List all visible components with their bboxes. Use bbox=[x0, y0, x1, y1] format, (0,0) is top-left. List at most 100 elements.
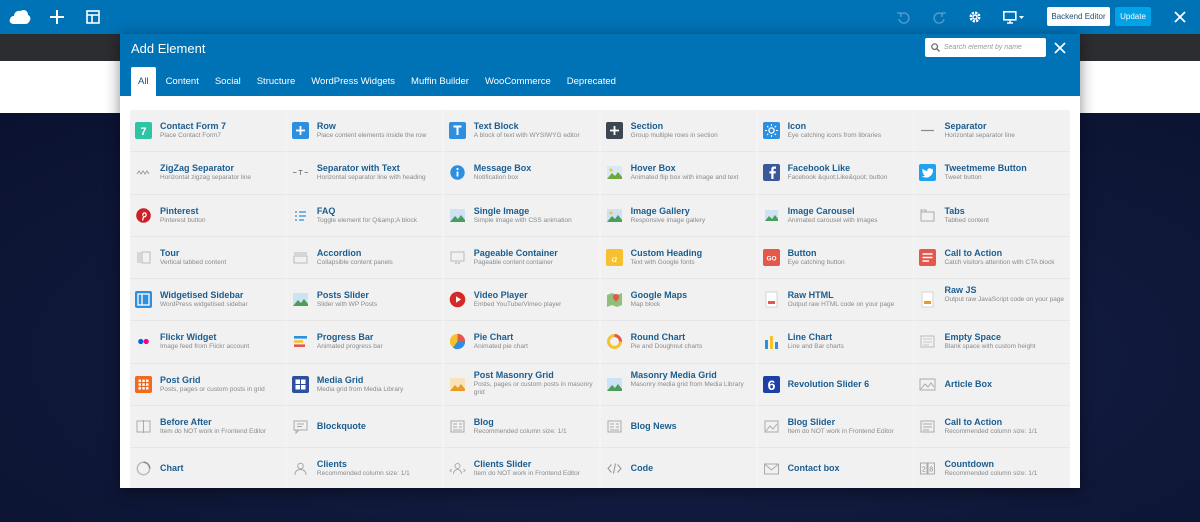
element-name: Video Player bbox=[473, 290, 528, 300]
element-tile-flickr-widget[interactable]: Flickr Widget Image feed from Flickr acco… bbox=[130, 321, 286, 364]
element-tile-blog[interactable]: Blog Recommended column size: 1/1 bbox=[443, 405, 600, 448]
element-tile-row[interactable]: Row Place content elements inside the row bbox=[286, 110, 443, 153]
responsive-view-icon[interactable] bbox=[1001, 0, 1027, 34]
element-tile-media-grid[interactable]: Media Grid Media grid from Media Library bbox=[286, 363, 443, 406]
empty-space-icon bbox=[919, 333, 936, 350]
element-tile-line-chart[interactable]: Line Chart Line and Bar charts bbox=[757, 321, 914, 364]
element-tile-raw-js[interactable]: Raw JS Output raw JavaScript code on your… bbox=[914, 279, 1070, 322]
element-tile-tweetmeme-button[interactable]: Tweetmeme Button Tweet button bbox=[914, 152, 1070, 195]
tab-all[interactable]: All bbox=[131, 67, 156, 96]
media-grid-icon bbox=[291, 375, 309, 393]
element-name: ZigZag Separator bbox=[160, 163, 235, 174]
element-tile-contact-box[interactable]: Contact box bbox=[757, 448, 914, 488]
tab-content[interactable]: Content bbox=[160, 67, 205, 96]
element-tile-raw-html[interactable]: Raw HTML Output raw HTML code on your pag… bbox=[757, 279, 914, 322]
element-tile-progress-bar[interactable]: Progress Bar Animated progress bar bbox=[286, 321, 443, 364]
element-name: Blog News bbox=[630, 420, 677, 431]
tab-structure[interactable]: Structure bbox=[251, 67, 302, 96]
tab-muffin-builder[interactable]: Muffin Builder bbox=[405, 67, 475, 96]
raw-html-icon bbox=[763, 291, 780, 308]
element-description: Facebook &quot;Like&quot; button bbox=[787, 174, 888, 182]
twitter-icon bbox=[919, 164, 937, 182]
search-input[interactable] bbox=[944, 40, 1042, 55]
update-button[interactable]: Update bbox=[1115, 7, 1151, 26]
element-tile-blockquote[interactable]: Blockquote bbox=[286, 405, 443, 448]
element-tile-pinterest[interactable]: Pinterest Pinterest button bbox=[130, 194, 286, 237]
element-tile-call-to-action[interactable]: Call to Action Recommended column size: 1… bbox=[914, 405, 1070, 448]
element-tile-code[interactable]: Code bbox=[600, 448, 757, 488]
tab-wordpress-widgets[interactable]: WordPress Widgets bbox=[305, 67, 401, 96]
element-tile-post-masonry-grid[interactable]: Post Masonry Grid Posts, pages or custom … bbox=[443, 363, 600, 406]
add-element-plus-icon[interactable] bbox=[46, 0, 68, 34]
close-editor-icon[interactable] bbox=[1170, 0, 1190, 34]
image-gallery-icon bbox=[606, 207, 623, 224]
element-description: WordPress widgetised sidebar bbox=[160, 301, 248, 308]
element-tile-chart[interactable]: Chart bbox=[130, 448, 286, 488]
element-tile-pageable-container[interactable]: Pageable Container Pageable content conta… bbox=[443, 236, 600, 279]
element-name: Image Gallery bbox=[630, 205, 690, 216]
element-tile-facebook-like[interactable]: Facebook Like Facebook &quot;Like&quot; b… bbox=[757, 152, 914, 195]
element-name: Flickr Widget bbox=[160, 332, 217, 343]
element-tile-google-maps[interactable]: Google Maps Map block bbox=[600, 279, 757, 322]
element-tile-pie-chart[interactable]: Pie Chart Animated pie chart bbox=[443, 321, 600, 364]
element-description: Image feed from Flickr account bbox=[160, 343, 250, 351]
element-tile-before-after[interactable]: Before After Item do NOT work in Frontend… bbox=[130, 405, 286, 448]
tab-woocommerce[interactable]: WooCommerce bbox=[479, 67, 557, 96]
element-tile-section[interactable]: Section Group multiple rows in section bbox=[600, 110, 757, 153]
element-description: Vertical tabbed content bbox=[160, 258, 227, 266]
cloud-logo-icon[interactable] bbox=[6, 0, 34, 34]
element-tile-image-carousel[interactable]: Image Carousel Animated carousel with ima… bbox=[757, 194, 914, 237]
element-tile-button[interactable]: GO Button Eye catching button bbox=[757, 236, 914, 279]
element-tile-countdown[interactable]: 2 8 Countdown Recommended column size: 1/1 bbox=[914, 448, 1070, 488]
element-tile-blog-news[interactable]: Blog News bbox=[600, 405, 757, 448]
element-tile-custom-heading[interactable]: a Custom Heading Text with Google fonts bbox=[600, 236, 757, 279]
backend-editor-button[interactable]: Backend Editor bbox=[1047, 7, 1110, 26]
element-name: Post Masonry Grid bbox=[473, 369, 554, 380]
element-grid-area: 7 Contact Form 7 Place Contact Form7 Row Pla… bbox=[130, 110, 1070, 488]
element-tile-video-player[interactable]: Video Player Embed YouTube/Vimeo player bbox=[443, 279, 600, 322]
element-tile-icon[interactable]: Icon Eye catching icons from libraries bbox=[757, 110, 914, 153]
element-name: Call to Action bbox=[944, 416, 1003, 427]
search-box[interactable] bbox=[925, 38, 1046, 57]
element-tile-call-to-action[interactable]: Call to Action Catch visitors attention w… bbox=[914, 236, 1070, 279]
element-description: Recommended column size: 1/1 bbox=[316, 470, 410, 477]
element-tile-blog-slider[interactable]: Blog Slider Item do NOT work in Frontend … bbox=[757, 405, 914, 448]
element-tile-widgetised-sidebar[interactable]: Widgetised Sidebar WordPress widgetised s… bbox=[130, 279, 286, 322]
element-tile-post-grid[interactable]: Post Grid Posts, pages or custom posts in… bbox=[130, 363, 286, 406]
undo-icon[interactable] bbox=[893, 0, 913, 34]
element-name: Masonry Media Grid bbox=[630, 369, 717, 380]
element-tile-separator[interactable]: Separator Horizontal separator line bbox=[914, 110, 1070, 153]
element-tile-tabs[interactable]: Tabs Tabbed content bbox=[914, 194, 1070, 237]
element-tile-revolution-slider-6[interactable]: 6 Revolution Slider 6 bbox=[757, 363, 914, 406]
element-tile-accordion[interactable]: Accordion Collapsible content panels bbox=[286, 236, 443, 279]
tab-social[interactable]: Social bbox=[209, 67, 247, 96]
element-tile-posts-slider[interactable]: Posts Slider Slider with WP Posts bbox=[286, 279, 443, 322]
redo-icon[interactable] bbox=[929, 0, 949, 34]
element-tile-image-gallery[interactable]: Image Gallery Responsive image gallery bbox=[600, 194, 757, 237]
templates-layout-icon[interactable] bbox=[82, 0, 104, 34]
element-tile-empty-space[interactable]: Empty Space Blank space with custom heigh… bbox=[914, 321, 1070, 364]
element-tile-text-block[interactable]: Text Block A block of text with WYSIWYG e… bbox=[443, 110, 600, 153]
close-modal-icon[interactable] bbox=[1054, 41, 1068, 55]
line-chart-icon bbox=[763, 333, 780, 350]
tab-deprecated[interactable]: Deprecated bbox=[561, 67, 622, 96]
svg-text:6: 6 bbox=[767, 377, 775, 393]
element-tile-round-chart[interactable]: Round Chart Pie and Doughnut charts bbox=[600, 321, 757, 364]
element-description: Map block bbox=[630, 301, 661, 308]
settings-gear-icon[interactable] bbox=[965, 0, 985, 34]
element-tile-tour[interactable]: Tour Vertical tabbed content bbox=[130, 236, 286, 279]
element-tile-contact-form-7[interactable]: 7 Contact Form 7 Place Contact Form7 bbox=[130, 110, 286, 153]
element-tile-clients-slider[interactable]: Clients Slider Item do NOT work in Fronte… bbox=[443, 448, 600, 488]
sun-icon bbox=[762, 122, 780, 139]
element-tile-faq[interactable]: FAQ Toggle element for Q&amp;A block bbox=[286, 194, 443, 237]
element-tile-message-box[interactable]: Message Box Notification box bbox=[443, 152, 600, 195]
masonry-media-grid-icon bbox=[606, 376, 623, 393]
element-tile-article-box[interactable]: Article Box bbox=[914, 363, 1070, 406]
element-tile-masonry-media-grid[interactable]: Masonry Media Grid Masonry media grid fro… bbox=[600, 363, 757, 406]
element-tile-clients[interactable]: Clients Recommended column size: 1/1 bbox=[286, 448, 443, 488]
element-tile-zigzag-separator[interactable]: ZigZag Separator Horizontal zigzag separa… bbox=[130, 152, 286, 195]
element-tile-hover-box[interactable]: Hover Box Animated flip box with image an… bbox=[600, 152, 757, 195]
element-tile-single-image[interactable]: Single Image Simple image with CSS animat… bbox=[443, 194, 600, 237]
element-tile-separator-with-text[interactable]: T Separator with Text Horizontal separator… bbox=[286, 152, 443, 195]
blog-news-icon bbox=[606, 418, 623, 435]
